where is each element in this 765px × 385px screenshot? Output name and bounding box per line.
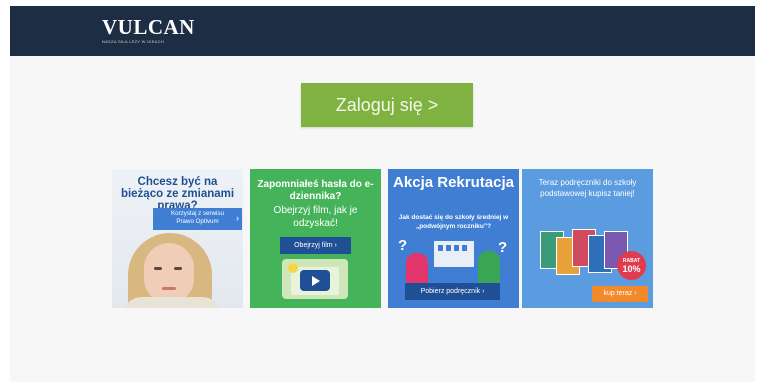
- banner-podreczniki[interactable]: Teraz podręczniki do szkoły podstawowej …: [522, 169, 653, 308]
- play-icon[interactable]: [300, 270, 330, 291]
- lightbulb-icon: [288, 263, 298, 273]
- banner-subtitle: Obejrzyj film, jak je odzyskać!: [273, 205, 358, 229]
- woman-eye-right: [174, 267, 182, 270]
- prawo-optivum-button[interactable]: Korzystaj z serwisu Prawo Optivum ›: [153, 208, 242, 230]
- question-mark-icon: ?: [498, 239, 508, 256]
- banner-prawo-optivum[interactable]: Chcesz być na bieżąco ze zmianami prawa?…: [112, 169, 243, 308]
- woman-mouth: [162, 287, 176, 290]
- banner-title: Zapomniałeś hasła do e-dziennika?: [257, 179, 374, 202]
- page: VULCAN NASZA SIŁA LEŻY W IDEACH Zaloguj …: [10, 6, 755, 382]
- buy-now-button[interactable]: kup teraz ›: [592, 286, 648, 302]
- header-bar: VULCAN NASZA SIŁA LEŻY W IDEACH: [10, 6, 755, 56]
- banner-subtitle: Jak dostać się do szkoły średniej w „pod…: [398, 214, 509, 230]
- logo-tagline: NASZA SIŁA LEŻY W IDEACH: [102, 39, 165, 44]
- banner-e-dziennik[interactable]: Zapomniałeś hasła do e-dziennika? Obejrz…: [250, 169, 381, 308]
- discount-value: 10%: [622, 264, 641, 274]
- question-mark-icon: ?: [398, 237, 408, 254]
- school-building-icon: [434, 241, 474, 267]
- discount-badge: RABAT 10%: [617, 251, 646, 280]
- cta-line-1: Korzystaj z serwisu: [171, 210, 224, 217]
- download-guide-button[interactable]: Pobierz podręcznik ›: [405, 283, 500, 300]
- woman-face: [144, 243, 194, 303]
- woman-eye-left: [154, 267, 162, 270]
- banner-title: Akcja Rekrutacja: [393, 174, 514, 191]
- watch-film-button[interactable]: Obejrzyj film ›: [280, 237, 351, 254]
- banner-title: Teraz podręczniki do szkoły podstawowej …: [538, 178, 637, 198]
- cta-line-2: Prawo Optivum: [176, 218, 219, 225]
- banner-title: Chcesz być na bieżąco ze zmianami prawa?: [120, 176, 235, 212]
- logo-wordmark: VULCAN: [102, 15, 195, 39]
- banner-akcja-rekrutacja[interactable]: Akcja Rekrutacja Jak dostać się do szkoł…: [388, 169, 519, 308]
- woman-shirt: [122, 297, 222, 308]
- login-button[interactable]: Zaloguj się >: [301, 83, 473, 127]
- vulcan-logo[interactable]: VULCAN NASZA SIŁA LEŻY W IDEACH: [102, 16, 195, 44]
- chevron-right-icon: ›: [236, 213, 239, 223]
